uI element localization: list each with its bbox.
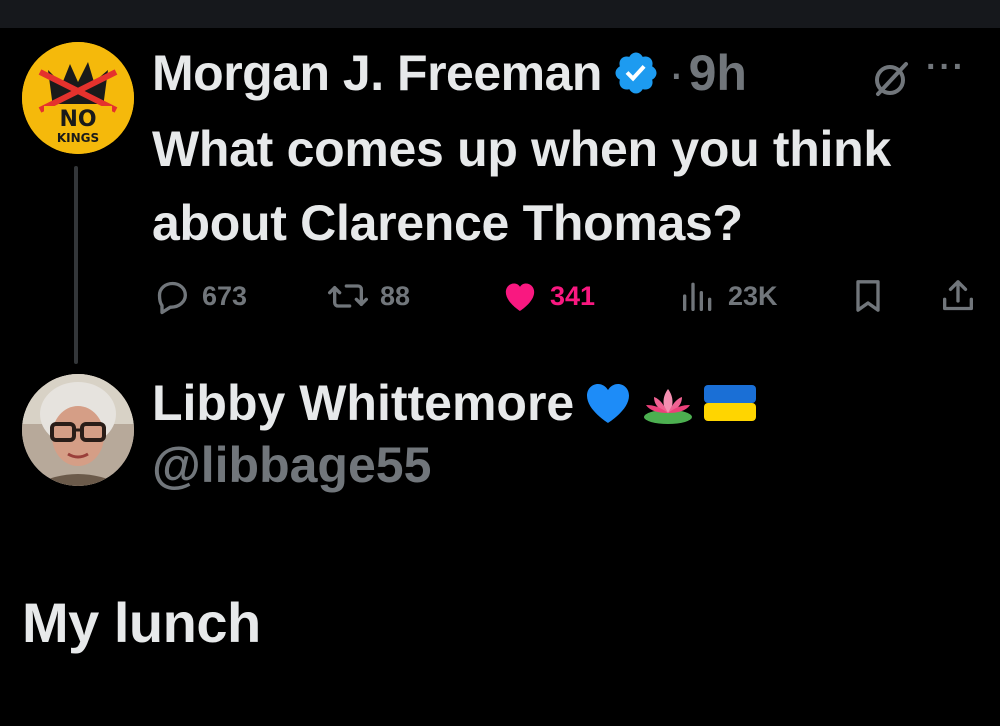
more-options-icon[interactable]: ··· xyxy=(926,48,966,87)
bookmark-icon xyxy=(856,280,880,312)
reply-text: My lunch xyxy=(22,591,261,654)
views-button[interactable]: 23K xyxy=(678,272,778,320)
analytics-icon xyxy=(683,282,712,311)
reply-count: 673 xyxy=(202,280,248,311)
separator-dot: · xyxy=(667,45,685,101)
logo-text-kings: KINGS xyxy=(57,131,99,145)
reply-author-name[interactable]: Libby Whittemore xyxy=(152,374,574,432)
ukraine-flag-icon xyxy=(704,385,757,421)
repost-count: 88 xyxy=(380,280,411,311)
share-button[interactable] xyxy=(938,272,988,320)
tweet-text: What comes up when you think about Clare… xyxy=(152,121,891,251)
reply-icon xyxy=(157,281,187,315)
share-icon xyxy=(943,280,973,311)
logo-text-no: NO xyxy=(59,107,96,132)
author-name[interactable]: Morgan J. Freeman xyxy=(152,44,602,102)
reply-avatar[interactable] xyxy=(22,374,134,486)
thread-connector-line xyxy=(74,166,78,364)
reply-header: Libby Whittemore xyxy=(152,368,757,438)
like-count: 341 xyxy=(550,280,596,311)
repost-icon xyxy=(327,284,368,308)
avatar[interactable]: NO KINGS xyxy=(22,42,134,154)
no-kings-logo-icon: NO KINGS xyxy=(22,42,134,154)
verified-badge-icon xyxy=(615,52,657,94)
tweet-actions: 673 88 341 23K xyxy=(152,272,982,320)
top-bar xyxy=(0,0,1000,28)
bookmark-button[interactable] xyxy=(848,272,898,320)
views-count: 23K xyxy=(728,280,778,311)
user-photo-icon xyxy=(22,374,134,486)
heart-filled-icon xyxy=(505,283,535,311)
tweet-header: Morgan J. Freeman · 9h xyxy=(152,38,747,108)
repost-button[interactable]: 88 xyxy=(326,272,410,320)
blue-heart-icon xyxy=(587,384,630,423)
like-button[interactable]: 341 xyxy=(500,272,595,320)
reply-handle[interactable]: @libbage55 xyxy=(152,436,431,494)
timestamp[interactable]: 9h xyxy=(689,44,747,102)
lotus-icon xyxy=(644,389,693,424)
reply-button[interactable]: 673 xyxy=(152,272,247,320)
grok-icon[interactable] xyxy=(870,58,912,100)
